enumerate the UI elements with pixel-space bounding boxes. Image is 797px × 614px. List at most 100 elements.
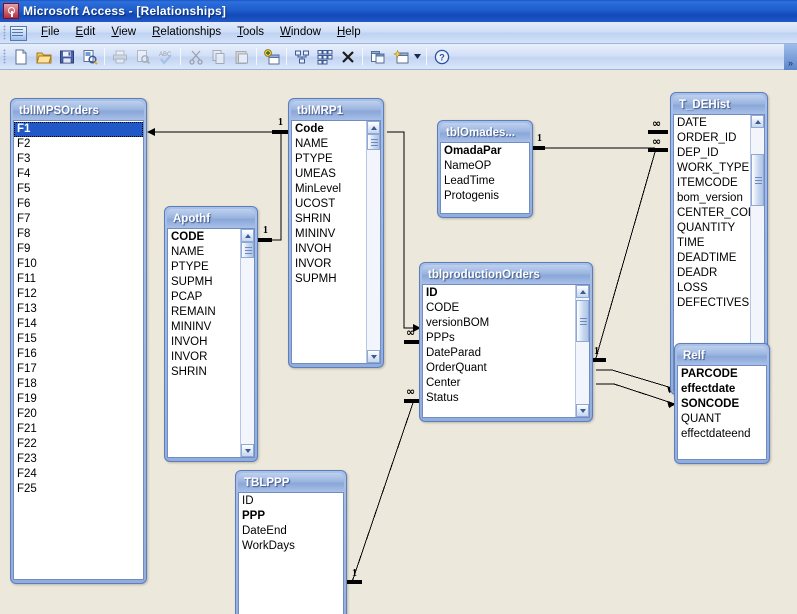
field-tblMRP1-MININV[interactable]: MININV [292, 227, 366, 242]
clear-layout-x-icon[interactable] [336, 46, 359, 68]
scrollbar-tblMRP1[interactable] [366, 121, 380, 363]
field-tblIMPSOrders-F15[interactable]: F15 [14, 332, 143, 347]
field-tblproductionOrders-Status[interactable]: Status [423, 391, 575, 406]
field-tblIMPSOrders-F14[interactable]: F14 [14, 317, 143, 332]
table-box-tblIMPSOrders[interactable]: tblIMPSOrders F1 F2 F3 F4 F5 F6 F7 F8 F9… [10, 98, 147, 584]
all-relationships-icon[interactable] [313, 46, 336, 68]
field-tblproductionOrders-CODE[interactable]: CODE [423, 301, 575, 316]
field-T_DEHist-ORDER_ID[interactable]: ORDER_ID [674, 131, 750, 146]
toolbar-options-overflow-button[interactable]: » [784, 43, 797, 70]
field-tblIMPSOrders-F4[interactable]: F4 [14, 167, 143, 182]
table-box-tblMRP1[interactable]: tblMRP1 Code NAME PTYPE UMEAS MinLevel U… [288, 98, 384, 368]
field-tblMRP1-INVOR[interactable]: INVOR [292, 257, 366, 272]
field-Apothf-SUPMH[interactable]: SUPMH [168, 275, 240, 290]
field-Apothf-PCAP[interactable]: PCAP [168, 290, 240, 305]
field-tblMRP1-SUPMH[interactable]: SUPMH [292, 272, 366, 287]
field-T_DEHist-QUANTITY[interactable]: QUANTITY [674, 221, 750, 236]
database-window-icon[interactable] [9, 25, 27, 41]
menu-item-help[interactable]: Help [329, 24, 369, 41]
field-Apothf-CODE[interactable]: CODE [168, 230, 240, 245]
table-box-tblOmades[interactable]: tblOmades... OmadaPar NameOP LeadTime Pr… [437, 120, 533, 218]
table-box-Apothf[interactable]: Apothf CODE NAME PTYPE SUPMH PCAP REMAIN… [164, 206, 258, 462]
menu-item-tools[interactable]: Tools [229, 24, 272, 41]
field-TBLPPP-WorkDays[interactable]: WorkDays [239, 539, 343, 554]
save-disk-icon[interactable] [55, 46, 78, 68]
field-T_DEHist-bom_version[interactable]: bom_version [674, 191, 750, 206]
new-object-icon[interactable] [389, 46, 412, 68]
menu-item-file[interactable]: File [33, 24, 68, 41]
help-question-icon[interactable]: ? [430, 46, 453, 68]
field-tblIMPSOrders-F22[interactable]: F22 [14, 437, 143, 452]
menu-item-edit[interactable]: Edit [68, 24, 104, 41]
field-tblIMPSOrders-F25[interactable]: F25 [14, 482, 143, 497]
table-title-tblproductionOrders[interactable]: tblproductionOrders [422, 265, 590, 284]
table-title-TBLPPP[interactable]: TBLPPP [238, 473, 344, 492]
table-title-Apothf[interactable]: Apothf [167, 209, 255, 228]
field-tblMRP1-Code[interactable]: Code [292, 122, 366, 137]
field-Apothf-INVOH[interactable]: INVOH [168, 335, 240, 350]
field-tblIMPSOrders-F2[interactable]: F2 [14, 137, 143, 152]
field-tblIMPSOrders-F12[interactable]: F12 [14, 287, 143, 302]
field-T_DEHist-WORK_TYPE[interactable]: WORK_TYPE [674, 161, 750, 176]
field-tblproductionOrders-versionBOM[interactable]: versionBOM [423, 316, 575, 331]
field-tblproductionOrders-DateParad[interactable]: DateParad [423, 346, 575, 361]
menubar-drag-grip[interactable] [3, 25, 6, 40]
table-box-tblproductionOrders[interactable]: tblproductionOrders ID CODE versionBOM P… [419, 262, 593, 422]
field-Apothf-NAME[interactable]: NAME [168, 245, 240, 260]
field-T_DEHist-DATE[interactable]: DATE [674, 116, 750, 131]
table-title-tblIMPSOrders[interactable]: tblIMPSOrders [13, 101, 144, 120]
field-tblIMPSOrders-F20[interactable]: F20 [14, 407, 143, 422]
scroll-track[interactable] [241, 242, 254, 444]
field-tblIMPSOrders-F19[interactable]: F19 [14, 392, 143, 407]
field-tblIMPSOrders-F17[interactable]: F17 [14, 362, 143, 377]
scroll-track[interactable] [576, 298, 589, 404]
file-search-icon[interactable] [78, 46, 101, 68]
field-tblOmades-OmadaPar[interactable]: OmadaPar [441, 144, 529, 159]
field-T_DEHist-LOSS[interactable]: LOSS [674, 281, 750, 296]
field-tblIMPSOrders-F7[interactable]: F7 [14, 212, 143, 227]
field-tblIMPSOrders-F18[interactable]: F18 [14, 377, 143, 392]
field-tblIMPSOrders-F11[interactable]: F11 [14, 272, 143, 287]
field-T_DEHist-TIME[interactable]: TIME [674, 236, 750, 251]
field-tblIMPSOrders-F5[interactable]: F5 [14, 182, 143, 197]
field-Relf-effectdateend[interactable]: effectdateend [678, 427, 766, 442]
field-tblproductionOrders-PPPs[interactable]: PPPs [423, 331, 575, 346]
scroll-thumb[interactable] [241, 242, 254, 258]
field-Apothf-MININV[interactable]: MININV [168, 320, 240, 335]
scroll-track[interactable] [751, 128, 764, 377]
field-tblproductionOrders-ID[interactable]: ID [423, 286, 575, 301]
new-object-dropdown-arrow-icon[interactable] [412, 46, 423, 68]
field-tblIMPSOrders-F21[interactable]: F21 [14, 422, 143, 437]
scroll-down-arrow-icon[interactable] [576, 404, 589, 417]
scroll-thumb[interactable] [367, 134, 380, 150]
table-title-tblMRP1[interactable]: tblMRP1 [291, 101, 381, 120]
table-title-Relf[interactable]: Relf [677, 346, 767, 365]
open-folder-icon[interactable] [32, 46, 55, 68]
field-Apothf-PTYPE[interactable]: PTYPE [168, 260, 240, 275]
field-tblMRP1-NAME[interactable]: NAME [292, 137, 366, 152]
field-tblMRP1-UCOST[interactable]: UCOST [292, 197, 366, 212]
field-tblIMPSOrders-F13[interactable]: F13 [14, 302, 143, 317]
field-Relf-QUANT[interactable]: QUANT [678, 412, 766, 427]
field-tblIMPSOrders-F16[interactable]: F16 [14, 347, 143, 362]
field-tblIMPSOrders-F3[interactable]: F3 [14, 152, 143, 167]
scroll-track[interactable] [367, 134, 380, 350]
scroll-up-arrow-icon[interactable] [241, 229, 254, 242]
field-tblIMPSOrders-F9[interactable]: F9 [14, 242, 143, 257]
scroll-thumb[interactable] [751, 154, 764, 206]
field-TBLPPP-DateEnd[interactable]: DateEnd [239, 524, 343, 539]
scroll-up-arrow-icon[interactable] [367, 121, 380, 134]
scroll-up-arrow-icon[interactable] [751, 115, 764, 128]
scroll-down-arrow-icon[interactable] [241, 444, 254, 457]
field-TBLPPP-PPP[interactable]: PPP [239, 509, 343, 524]
field-tblMRP1-INVOH[interactable]: INVOH [292, 242, 366, 257]
field-tblIMPSOrders-F1[interactable]: F1 [14, 122, 143, 137]
field-T_DEHist-DEP_ID[interactable]: DEP_ID [674, 146, 750, 161]
table-box-TBLPPP[interactable]: TBLPPP ID PPP DateEnd WorkDays [235, 470, 347, 614]
field-T_DEHist-DEADR[interactable]: DEADR [674, 266, 750, 281]
field-tblOmades-LeadTime[interactable]: LeadTime [441, 174, 529, 189]
field-tblOmades-NameOP[interactable]: NameOP [441, 159, 529, 174]
scroll-down-arrow-icon[interactable] [367, 350, 380, 363]
table-box-Relf[interactable]: Relf PARCODE effectdate SONCODE QUANT ef… [674, 343, 770, 464]
field-T_DEHist-CENTER_COD[interactable]: CENTER_COD [674, 206, 750, 221]
